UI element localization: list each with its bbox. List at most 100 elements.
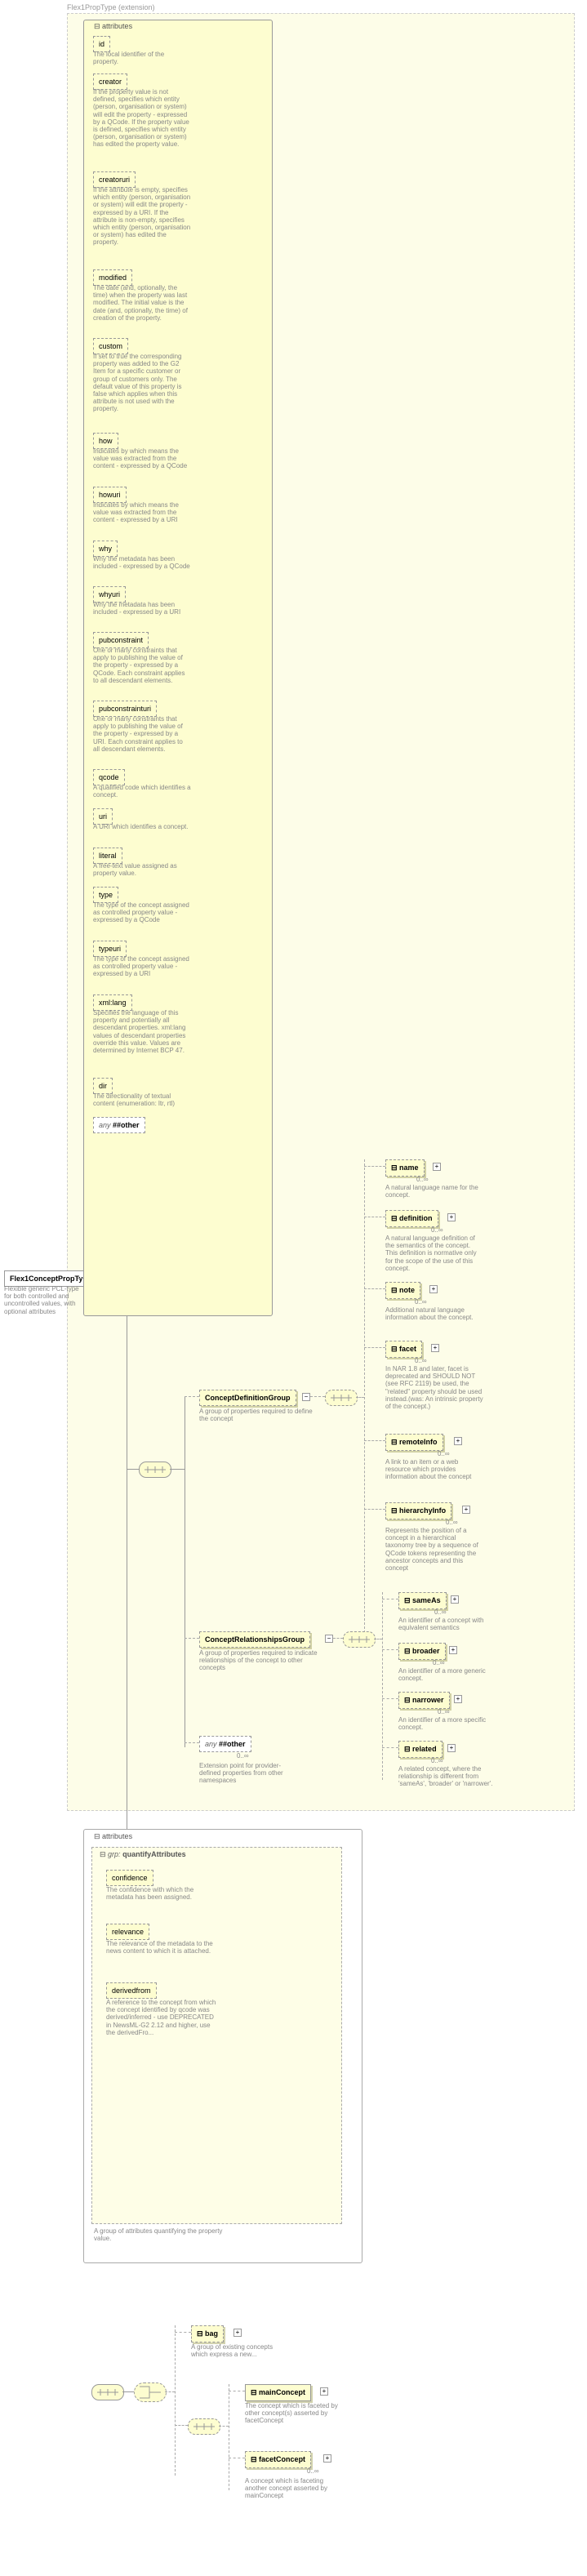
- def-vline: [364, 1159, 365, 1633]
- conn: [382, 1747, 398, 1748]
- bottom-sequence: [91, 2384, 124, 2400]
- conn: [185, 1638, 199, 1639]
- occ-def: 0..∞: [431, 1226, 443, 1234]
- plus-icon[interactable]: +: [433, 1163, 441, 1171]
- child-note-desc: Additional natural language information …: [385, 1306, 483, 1321]
- plus-icon[interactable]: +: [451, 1595, 459, 1604]
- root-type: Flex1ConceptPropType: [4, 1270, 87, 1287]
- attr-confidence: confidence: [106, 1870, 153, 1886]
- plus-icon[interactable]: +: [462, 1506, 470, 1514]
- attr-typeuri-desc: The type of the concept assigned as cont…: [93, 955, 191, 978]
- plus-icon[interactable]: +: [454, 1437, 462, 1445]
- quantify-group-desc: A group of attributes quantifying the pr…: [94, 2227, 233, 2242]
- child-facetconcept-desc: A concept which is faceting another conc…: [245, 2477, 343, 2500]
- plus-icon[interactable]: +: [449, 1646, 457, 1654]
- child-narrower-label: narrower: [412, 1696, 444, 1704]
- occ-name: 0..∞: [416, 1176, 429, 1183]
- attr-literal: literal: [93, 848, 122, 864]
- concept-definition-group-desc: A group of properties required to define…: [199, 1408, 322, 1422]
- child-definition[interactable]: ⊟ definition: [385, 1210, 438, 1227]
- plus-icon[interactable]: +: [233, 2329, 242, 2337]
- attr-type-desc: The type of the concept assigned as cont…: [93, 901, 191, 924]
- child-remoteinfo[interactable]: ⊟ remoteInfo: [385, 1434, 443, 1451]
- plus-icon[interactable]: +: [429, 1285, 438, 1293]
- attr-qcode-desc: A qualified code which identifies a conc…: [93, 784, 191, 799]
- attr-uri: uri: [93, 808, 113, 825]
- def-sequence: [325, 1390, 358, 1406]
- attr-xml-lang-desc: Specifies the language of this property …: [93, 1009, 191, 1054]
- conn: [175, 2425, 188, 2426]
- attr-id: id: [93, 36, 110, 52]
- child-related-label: related: [412, 1745, 437, 1753]
- conn: [170, 1469, 185, 1470]
- child-facetconcept[interactable]: ⊟ facetConcept: [245, 2451, 311, 2468]
- plus-icon[interactable]: +: [447, 1213, 456, 1221]
- conn: [364, 1288, 385, 1289]
- child-facet-desc: In NAR 1.8 and later, facet is deprecate…: [385, 1365, 483, 1410]
- child-mainconcept-desc: The concept which is faceted by other co…: [245, 2402, 343, 2425]
- child-facet[interactable]: ⊟ facet: [385, 1341, 422, 1358]
- attr-literal-desc: A free-text value assigned as property v…: [93, 862, 191, 877]
- child-narrower[interactable]: ⊟ narrower: [398, 1692, 450, 1709]
- attr-why-desc: Why the metadata has been included - exp…: [93, 555, 191, 570]
- attr-pubconstrainturi: pubconstrainturi: [93, 701, 157, 717]
- child-bag[interactable]: ⊟ bag: [191, 2325, 224, 2342]
- child-definition-desc: A natural language definition of the sem…: [385, 1235, 483, 1272]
- concept-definition-group[interactable]: ConceptDefinitionGroup: [199, 1390, 296, 1406]
- occ-remoteinfo: 0..∞: [438, 1450, 450, 1457]
- child-broader[interactable]: ⊟ broader: [398, 1643, 446, 1660]
- child-sameas[interactable]: ⊟ sameAs: [398, 1592, 447, 1609]
- child-sameas-label: sameAs: [412, 1596, 441, 1604]
- child-related[interactable]: ⊟ related: [398, 1741, 442, 1758]
- quantify-attributes-label: ⊟ attributes: [94, 1832, 132, 1841]
- plus-icon[interactable]: +: [323, 2454, 331, 2463]
- attr-derivedfrom-desc: A reference to the concept from which th…: [106, 1999, 220, 2036]
- occ-sameas: 0..∞: [434, 1608, 447, 1616]
- attr-creator-desc: If the property value is not defined, sp…: [93, 88, 191, 149]
- quantify-group-label: ⊟ grp: quantifyAttributes: [100, 1850, 186, 1859]
- child-facet-label: facet: [399, 1345, 416, 1353]
- minus-icon[interactable]: −: [325, 1635, 333, 1643]
- child-hierarchyinfo[interactable]: ⊟ hierarchyInfo: [385, 1502, 451, 1519]
- attr-how-desc: Indicates by which means the value was e…: [93, 447, 191, 470]
- attr-howuri: howuri: [93, 487, 127, 503]
- quantify-group-name: quantifyAttributes: [122, 1850, 186, 1858]
- occ-hier: 0..∞: [446, 1519, 458, 1526]
- conn: [165, 2391, 175, 2392]
- child-definition-label: definition: [399, 1214, 433, 1222]
- any-label: ##other: [113, 1121, 140, 1129]
- concept-relationships-group-desc: A group of properties required to indica…: [199, 1649, 322, 1672]
- plus-icon[interactable]: +: [447, 1744, 456, 1752]
- child-bag-label: bag: [205, 2329, 218, 2338]
- child-mainconcept-label: mainConcept: [259, 2388, 305, 2396]
- rel-vline: [382, 1592, 383, 1780]
- plus-icon[interactable]: +: [431, 1344, 439, 1352]
- attr-uri-desc: A URI which identifies a concept.: [93, 823, 189, 830]
- conn: [333, 1638, 343, 1639]
- occ-facetconcept: 0..∞: [307, 2467, 319, 2475]
- child-narrower-desc: An identifier of a more specific concept…: [398, 1716, 496, 1731]
- bottom-vline: [175, 2325, 176, 2476]
- quantify-outer-label-text: attributes: [102, 1832, 132, 1840]
- child-broader-desc: An identifier of a more generic concept.: [398, 1667, 496, 1682]
- child-note[interactable]: ⊟ note: [385, 1282, 420, 1299]
- conn: [382, 1698, 398, 1699]
- attr-type: type: [93, 887, 118, 903]
- conn: [219, 2426, 229, 2427]
- attr-dir: dir: [93, 1078, 113, 1094]
- attr-custom-desc: If set to true the corresponding propert…: [93, 353, 191, 413]
- occ-broader: 0..∞: [433, 1659, 445, 1666]
- child-facetconcept-label: facetConcept: [259, 2455, 305, 2463]
- conn: [175, 2332, 191, 2333]
- plus-icon[interactable]: +: [320, 2387, 328, 2396]
- minus-icon[interactable]: −: [302, 1393, 310, 1401]
- bottom-choice: [134, 2382, 167, 2402]
- occ-related: 0..∞: [431, 1757, 443, 1764]
- plus-icon[interactable]: +: [454, 1695, 462, 1703]
- concept-relationships-group[interactable]: ConceptRelationshipsGroup: [199, 1631, 310, 1648]
- child-name[interactable]: ⊟ name: [385, 1159, 425, 1177]
- child-mainconcept[interactable]: ⊟ mainConcept: [245, 2384, 311, 2401]
- attr-creator: creator: [93, 73, 127, 90]
- conn: [127, 1469, 139, 1470]
- conn: [310, 1396, 325, 1397]
